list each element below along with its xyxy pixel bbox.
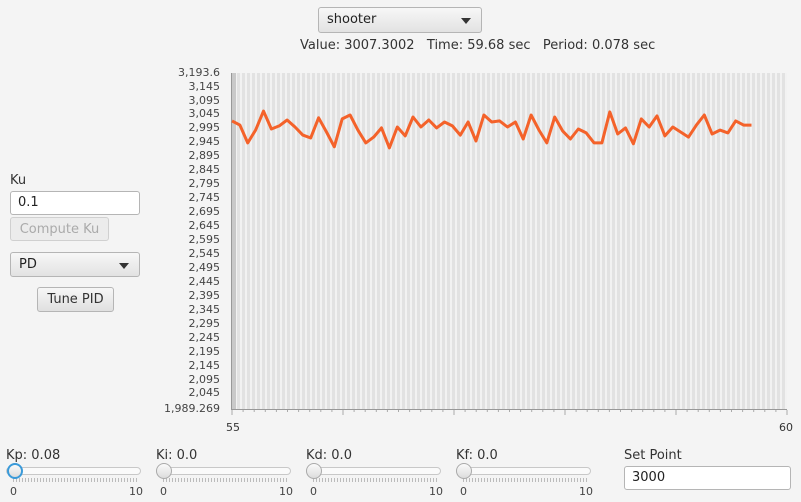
- setpoint-input[interactable]: 3000: [624, 466, 791, 490]
- slider-thumb[interactable]: [7, 463, 23, 479]
- slider-max: 10: [279, 485, 293, 498]
- slider-thumb[interactable]: [306, 463, 322, 479]
- slider-label: Kd: 0.0: [306, 448, 352, 463]
- slider-track[interactable]: [6, 467, 141, 475]
- slider-min: 0: [10, 485, 17, 498]
- slider-min: 0: [160, 485, 167, 498]
- slider-track[interactable]: [156, 467, 291, 475]
- slider-track[interactable]: [306, 467, 441, 475]
- slider-track[interactable]: [456, 467, 591, 475]
- slider-ticks: [163, 478, 288, 482]
- slider-ticks: [463, 478, 588, 482]
- slider-max: 10: [579, 485, 593, 498]
- slider-ticks: [13, 478, 138, 482]
- slider-label: Kf: 0.0: [456, 448, 498, 463]
- slider-thumb[interactable]: [456, 463, 472, 479]
- series-line: [231, 109, 752, 150]
- setpoint-label: Set Point: [624, 448, 682, 463]
- slider-label: Ki: 0.0: [156, 448, 198, 463]
- slider-min: 0: [460, 485, 467, 498]
- slider-min: 0: [310, 485, 317, 498]
- slider-thumb[interactable]: [156, 463, 172, 479]
- slider-label: Kp: 0.08: [6, 448, 61, 463]
- slider-ticks: [313, 478, 438, 482]
- slider-max: 10: [129, 485, 143, 498]
- chart-svg: [231, 109, 788, 415]
- slider-max: 10: [429, 485, 443, 498]
